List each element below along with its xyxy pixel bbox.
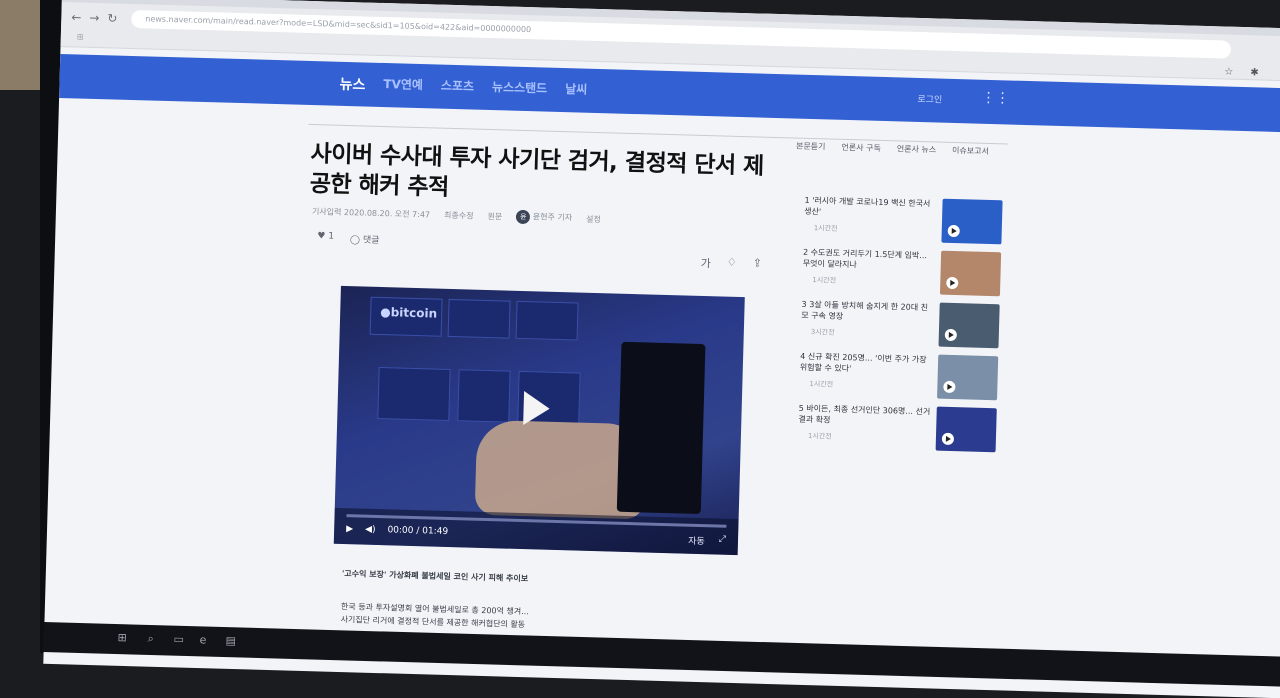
video-panel — [457, 369, 511, 423]
video-player[interactable]: ●bitcoin ▶ ◀) 00:00 / 01:49 자동 ⤢ — [333, 285, 745, 556]
rank-thumbnail[interactable] — [935, 406, 997, 453]
rank-thumbnail[interactable] — [941, 198, 1003, 245]
video-panel — [447, 298, 511, 339]
ranking-text: 3 3살 아들 방치해 숨지게 한 20대 친모 구속 영장 — [801, 299, 934, 325]
font-size-icon[interactable]: 가 — [701, 255, 712, 271]
listen-button[interactable]: 본문듣기 — [796, 141, 826, 153]
reactions: ♥ 1 ◯ 댓글 — [317, 231, 380, 246]
comment-label: 댓글 — [362, 235, 380, 246]
reporter-name: 윤현주 기자 — [532, 212, 573, 223]
reporter[interactable]: 윤 윤현주 기자 — [516, 209, 573, 226]
apps-grid-icon[interactable]: ⋮⋮ — [981, 90, 1009, 107]
rank-title: 수도권도 거리두기 1.5단계 임박... 무엇이 달라지나 — [802, 248, 928, 270]
like-button[interactable]: ♥ 1 — [317, 231, 334, 244]
fullscreen-icon[interactable]: ⤢ — [719, 535, 726, 548]
article-tools: 가 ♢ ⇪ — [701, 255, 763, 273]
star-icon[interactable]: ☆ — [1224, 66, 1233, 77]
article-body: 한국 등과 투자설명회 열어 불법세일로 총 200억 챙겨... 사기집단 리… — [340, 600, 529, 631]
play-icon — [943, 380, 956, 394]
video-left-controls: ▶ ◀) 00:00 / 01:49 — [346, 524, 448, 537]
ranking-item[interactable]: 5 바이든, 최종 선거인단 306명... 선거 결과 확정 1시간전 — [797, 403, 1008, 461]
rank-meta: 1시간전 — [812, 276, 837, 285]
rank-thumbnail[interactable] — [939, 250, 1002, 297]
rank-number: 5 — [798, 403, 804, 413]
rank-meta: 1시간전 — [807, 432, 832, 441]
ranking-text: 4 신규 확진 205명... '이번 주가 가장 위험할 수 있다' — [800, 351, 933, 377]
like-count: 1 — [328, 231, 335, 242]
rank-meta: 1시간전 — [809, 380, 834, 389]
avatar: 윤 — [516, 209, 531, 225]
search-icon[interactable]: ⌕ — [147, 632, 154, 646]
start-icon[interactable]: ⊞ — [117, 631, 127, 644]
video-caption: '고수익 보장' 가상화폐 불법세일 코인 사기 피해 추이보 — [341, 569, 529, 584]
ranking-item[interactable]: 1 '러시아 개발 코로나19 백신 한국서 생산' 1시간전 — [803, 195, 1014, 253]
nav-sports[interactable]: 스포츠 — [441, 77, 475, 98]
comment-button[interactable]: ◯ 댓글 — [350, 232, 380, 246]
video-controls: ▶ ◀) 00:00 / 01:49 자동 ⤢ — [333, 507, 739, 556]
modified-label: 최종수정 — [443, 210, 474, 221]
browser-window: ← → ↻ news.naver.com/main/read.naver?mod… — [43, 0, 1280, 698]
ranking-item[interactable]: 4 신규 확진 205명... '이번 주가 가장 위험할 수 있다' 1시간전 — [799, 351, 1010, 409]
rank-title: 신규 확진 205명... '이번 주가 가장 위험할 수 있다' — [799, 351, 927, 374]
apps-icon[interactable]: ⊞ — [77, 32, 84, 41]
forward-icon[interactable]: → — [89, 11, 99, 25]
video-right-controls: 자동 ⤢ — [688, 534, 726, 548]
ranking-list: 1 '러시아 개발 코로나19 백신 한국서 생산' 1시간전 2 수도권도 거… — [797, 195, 1014, 461]
ranking-item[interactable]: 3 3살 아들 방치해 숨지게 한 20대 친모 구속 영장 3시간전 — [800, 299, 1011, 357]
reload-icon[interactable]: ↻ — [107, 11, 117, 25]
nav-tv[interactable]: TV연예 — [383, 75, 423, 96]
video-panel — [377, 366, 451, 421]
extension-icon[interactable]: ✱ — [1250, 67, 1259, 78]
nav-newsstand[interactable]: 뉴스스탠드 — [492, 78, 548, 100]
play-icon — [941, 432, 955, 446]
rank-meta: 1시간전 — [813, 224, 838, 233]
rank-title: 3살 아들 방치해 숨지게 한 20대 친모 구속 영장 — [801, 299, 929, 321]
rank-title: '러시아 개발 코로나19 백신 한국서 생산' — [804, 196, 931, 217]
ranking-text: 1 '러시아 개발 코로나19 백신 한국서 생산' — [804, 195, 937, 221]
published-time: 기사입력 2020.08.20. 오전 7:47 — [311, 206, 431, 219]
rank-meta: 3시간전 — [810, 328, 835, 337]
play-small-icon[interactable]: ▶ — [346, 524, 353, 534]
rank-number: 1 — [804, 195, 810, 205]
task-view-icon[interactable]: ▭ — [173, 633, 184, 646]
login-button[interactable]: 로그인 — [917, 92, 942, 106]
rank-thumbnail[interactable] — [938, 302, 1000, 349]
play-icon — [946, 276, 959, 290]
article-title: 사이버 수사대 투자 사기단 검거, 결정적 단서 제공한 해커 추적 — [309, 141, 765, 201]
article-byline: 기사입력 2020.08.20. 오전 7:47 최종수정 원문 윤 윤현주 기… — [312, 204, 601, 226]
edge-icon[interactable]: e — [199, 633, 206, 646]
comment-icon: ◯ — [349, 235, 361, 246]
video-device — [616, 341, 706, 515]
alarm-icon[interactable]: ♢ — [727, 256, 737, 272]
bitcoin-logo: ●bitcoin — [380, 305, 438, 321]
file-explorer-icon[interactable]: ▤ — [225, 634, 236, 647]
subscribe-button[interactable]: 언론사 구독 — [841, 142, 881, 154]
rank-number: 4 — [800, 351, 806, 361]
play-icon[interactable] — [523, 391, 551, 426]
play-icon — [947, 224, 960, 238]
issue-report-link[interactable]: 이슈보고서 — [952, 145, 989, 157]
rank-thumbnail[interactable] — [937, 354, 999, 401]
share-icon[interactable]: ⇪ — [752, 256, 763, 272]
ranking-text: 5 바이든, 최종 선거인단 306명... 선거 결과 확정 — [798, 403, 931, 429]
main-nav: 뉴스 TV연예 스포츠 뉴스스탠드 날씨 — [339, 74, 587, 101]
nav-weather[interactable]: 날씨 — [565, 80, 588, 101]
ranking-text: 2 수도권도 거리두기 1.5단계 임박... 무엇이 달라지나 — [803, 247, 936, 273]
original-link[interactable]: 원문 — [487, 210, 502, 221]
subscribe-settings[interactable]: 설정 — [586, 213, 601, 224]
video-time: 00:00 / 01:49 — [387, 525, 449, 537]
press-news-link[interactable]: 언론사 뉴스 — [897, 143, 937, 155]
volume-icon[interactable]: ◀) — [365, 525, 376, 535]
quality-button[interactable]: 자동 — [688, 534, 705, 547]
heart-icon: ♥ — [317, 231, 326, 242]
rank-title: 바이든, 최종 선거인단 306명... 선거 결과 확정 — [798, 403, 931, 425]
rank-number: 3 — [801, 299, 807, 309]
nav-news[interactable]: 뉴스 — [339, 74, 365, 95]
back-icon[interactable]: ← — [71, 10, 81, 24]
ranking-item[interactable]: 2 수도권도 거리두기 1.5단계 임박... 무엇이 달라지나 1시간전 — [802, 247, 1013, 305]
rank-number: 2 — [802, 247, 809, 257]
play-icon — [944, 328, 957, 342]
video-panel — [515, 300, 579, 341]
